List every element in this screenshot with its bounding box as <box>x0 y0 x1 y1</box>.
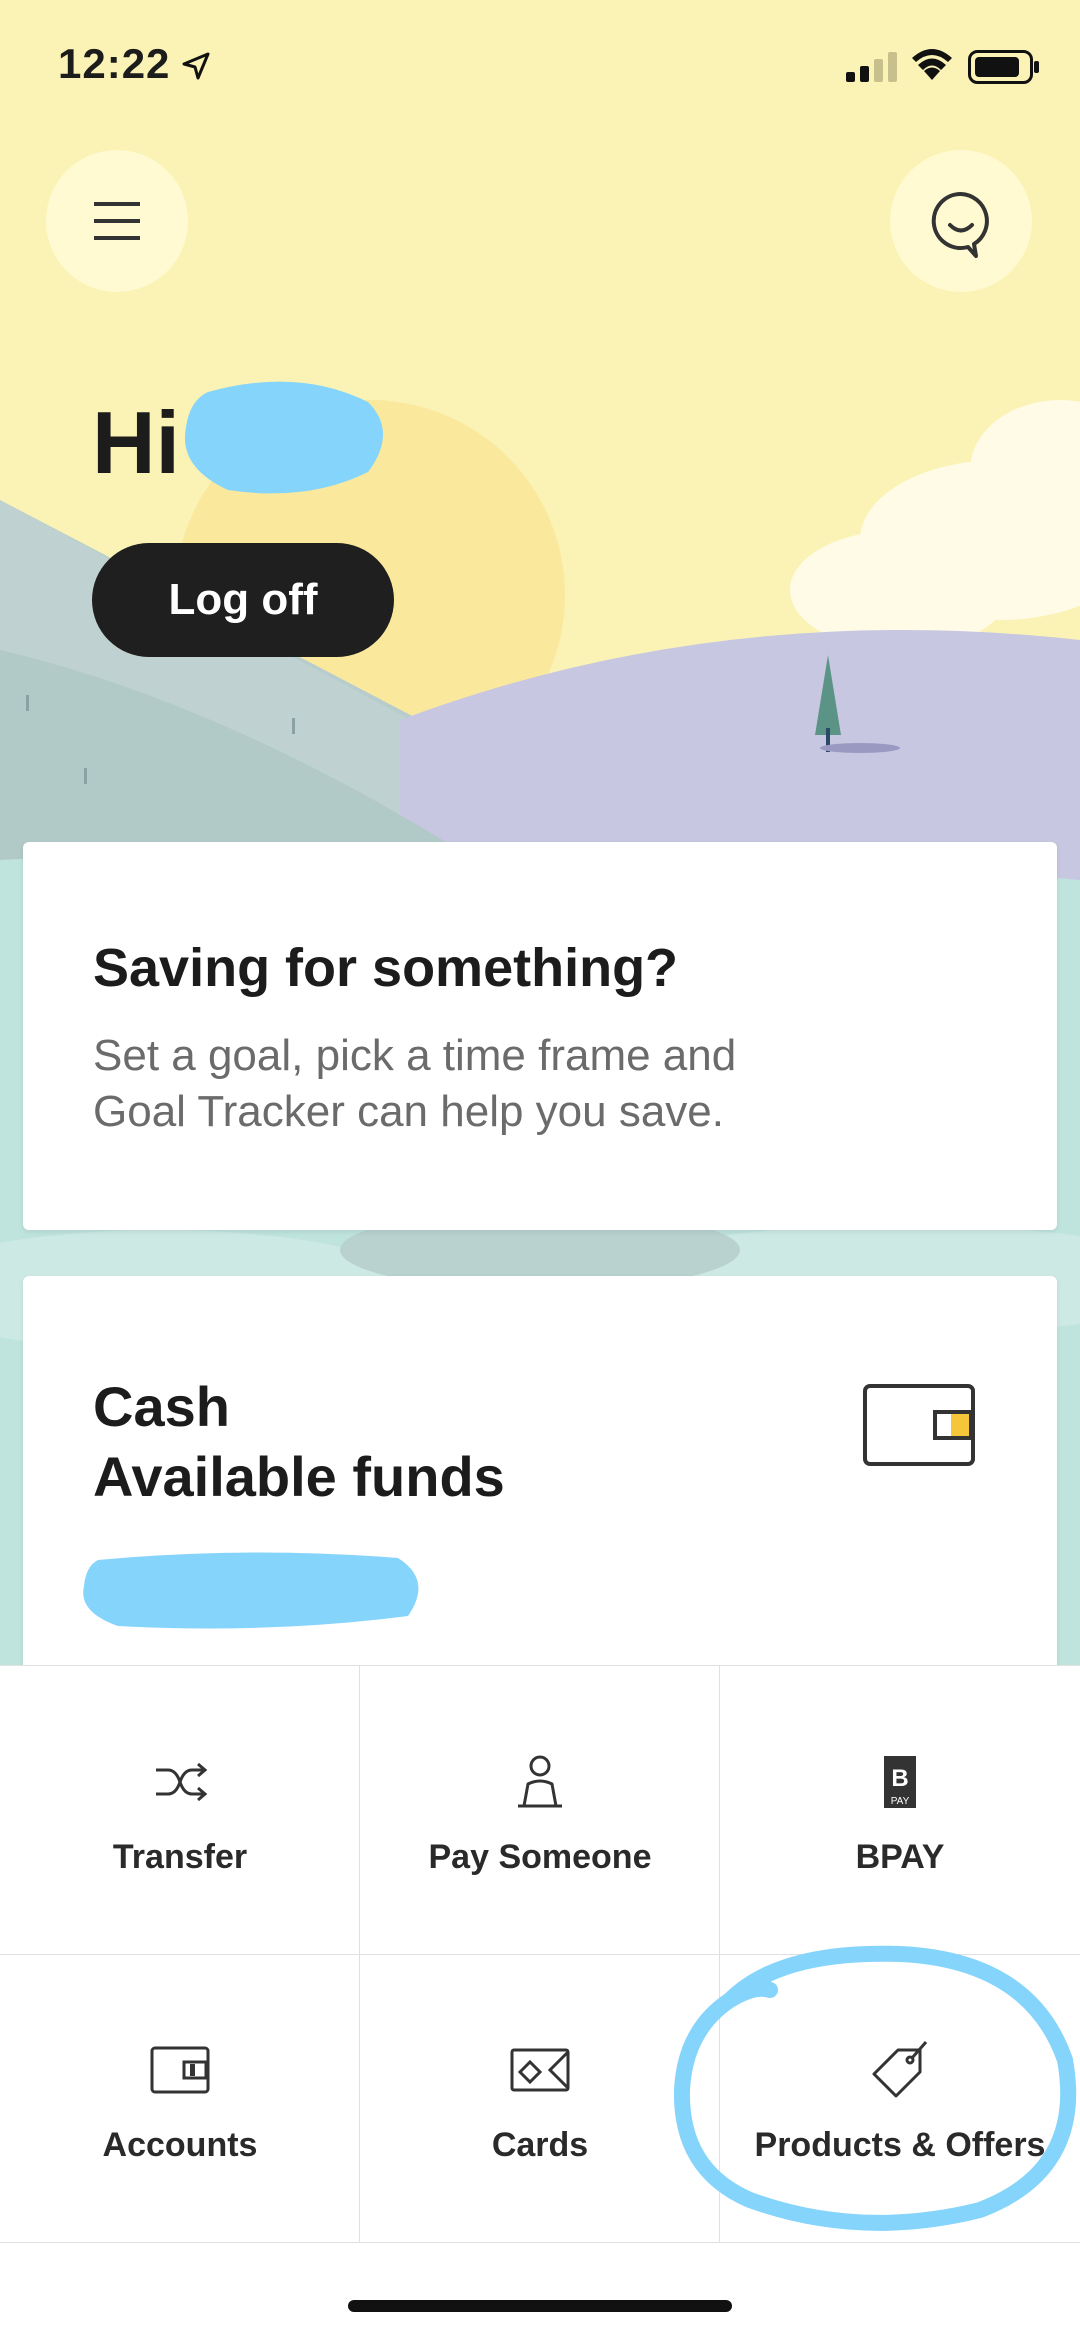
svg-text:PAY: PAY <box>891 1796 910 1807</box>
transfer-label: Transfer <box>112 1838 248 1876</box>
card-icon <box>510 2048 570 2092</box>
divider <box>0 1954 1080 1955</box>
goal-tracker-description: Set a goal, pick a time frame and Goal T… <box>93 1031 737 1136</box>
bpay-label: BPAY <box>855 1838 945 1876</box>
accounts-label: Accounts <box>102 2126 258 2164</box>
accounts-action[interactable]: Accounts <box>0 1954 360 2242</box>
wallet-icon <box>863 1384 975 1466</box>
pay-someone-action[interactable]: Pay Someone <box>360 1666 720 1954</box>
cards-action[interactable]: Cards <box>360 1954 720 2242</box>
bpay-action[interactable]: B PAY BPAY <box>720 1666 1080 1954</box>
hamburger-menu-icon <box>94 202 140 240</box>
tag-icon <box>872 2041 928 2098</box>
divider <box>0 2242 1080 2243</box>
wifi-icon <box>912 49 952 80</box>
wallet-icon <box>150 2046 210 2094</box>
bpay-icon: B PAY <box>884 1756 916 1808</box>
menu-button[interactable] <box>46 150 188 292</box>
name-redaction <box>184 381 383 494</box>
amount-redaction <box>83 1552 419 1629</box>
cellular-signal-icon <box>846 52 897 82</box>
home-indicator[interactable] <box>348 2300 732 2312</box>
person-icon <box>518 1755 562 1808</box>
status-time: 12:22 <box>58 40 171 87</box>
chat-button[interactable] <box>890 150 1032 292</box>
log-off-button[interactable]: Log off <box>92 543 394 657</box>
battery-icon <box>968 50 1039 84</box>
goal-tracker-card[interactable]: Saving for something? Set a goal, pick a… <box>23 842 1057 1230</box>
transfer-shuffle-icon <box>156 1762 208 1802</box>
cards-label: Cards <box>491 2126 589 2164</box>
location-arrow-icon <box>182 52 210 80</box>
status-bar: 12:22 <box>0 0 1080 130</box>
svg-text:B: B <box>891 1765 908 1792</box>
products-offers-action[interactable]: Products & Offers <box>720 1954 1080 2242</box>
cash-account-card[interactable]: Cash Available funds <box>23 1276 1057 1696</box>
goal-tracker-title: Saving for something? <box>93 938 679 998</box>
cash-account-title: Cash Available funds <box>93 1375 505 1508</box>
products-offers-label: Products & Offers <box>754 2126 1046 2164</box>
chat-bubble-icon <box>931 191 989 258</box>
transfer-action[interactable]: Transfer <box>0 1666 360 1954</box>
quick-actions-bar: Transfer Pay Someone B PAY BPAY Accounts <box>0 1665 1080 2339</box>
pay-someone-label: Pay Someone <box>428 1838 652 1876</box>
greeting-heading: Hi <box>92 393 180 492</box>
